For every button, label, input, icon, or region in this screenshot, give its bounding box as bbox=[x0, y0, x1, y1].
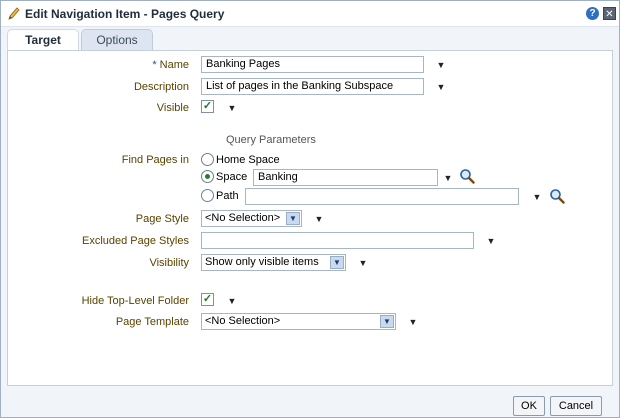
space-field[interactable]: Banking bbox=[253, 169, 438, 186]
visibility-value: Show only visible items bbox=[205, 256, 319, 268]
chevron-down-icon[interactable]: ▼ bbox=[532, 192, 542, 202]
page-style-select[interactable]: <No Selection> ▼ bbox=[201, 210, 302, 227]
edit-navigation-item-dialog: Edit Navigation Item - Pages Query ? ✕ T… bbox=[0, 0, 620, 418]
dialog-titlebar: Edit Navigation Item - Pages Query ? ✕ bbox=[1, 1, 619, 27]
required-mark: * bbox=[152, 59, 157, 71]
chevron-down-icon[interactable]: ▼ bbox=[443, 173, 453, 183]
excluded-page-styles-label: Excluded Page Styles bbox=[81, 235, 189, 247]
chevron-down-icon[interactable]: ▼ bbox=[227, 103, 237, 113]
hide-top-level-folder-label: Hide Top-Level Folder bbox=[81, 295, 189, 307]
home-space-radio[interactable] bbox=[201, 153, 214, 166]
dropdown-arrow-icon[interactable]: ▼ bbox=[286, 212, 300, 225]
space-radio[interactable] bbox=[201, 170, 214, 183]
visibility-label: Visibility bbox=[149, 257, 189, 269]
space-label: Space bbox=[216, 171, 248, 183]
name-label-text: Name bbox=[159, 59, 189, 71]
page-template-label: Page Template bbox=[115, 316, 189, 328]
dropdown-arrow-icon[interactable]: ▼ bbox=[380, 315, 394, 328]
home-space-label: Home Space bbox=[216, 154, 280, 166]
close-icon[interactable]: ✕ bbox=[603, 7, 616, 20]
tab-target[interactable]: Target bbox=[7, 29, 79, 51]
page-style-label: Page Style bbox=[135, 213, 189, 225]
chevron-down-icon[interactable]: ▼ bbox=[436, 60, 446, 70]
page-style-value: <No Selection> bbox=[205, 212, 281, 224]
visible-checkbox[interactable]: ✓ bbox=[201, 100, 214, 113]
path-label: Path bbox=[216, 190, 239, 202]
hide-top-level-folder-checkbox[interactable]: ✓ bbox=[201, 293, 214, 306]
path-field[interactable] bbox=[245, 188, 519, 205]
chevron-down-icon[interactable]: ▼ bbox=[486, 236, 496, 246]
chevron-down-icon[interactable]: ▼ bbox=[436, 82, 446, 92]
dropdown-arrow-icon[interactable]: ▼ bbox=[330, 256, 344, 269]
query-parameters-heading: Query Parameters bbox=[226, 134, 316, 146]
cancel-button[interactable]: Cancel bbox=[550, 396, 602, 416]
description-label: Description bbox=[133, 81, 189, 93]
search-icon[interactable] bbox=[549, 188, 565, 204]
check-icon: ✓ bbox=[202, 100, 213, 112]
chevron-down-icon[interactable]: ▼ bbox=[358, 258, 368, 268]
dialog-title: Edit Navigation Item - Pages Query bbox=[25, 7, 225, 21]
visible-label: Visible bbox=[156, 102, 189, 114]
find-pages-in-label: Find Pages in bbox=[121, 154, 189, 166]
help-icon[interactable]: ? bbox=[586, 7, 599, 20]
description-field[interactable]: List of pages in the Banking Subspace bbox=[201, 78, 424, 95]
name-label: * Name bbox=[9, 59, 189, 71]
excluded-page-styles-field[interactable] bbox=[201, 232, 474, 249]
chevron-down-icon[interactable]: ▼ bbox=[227, 296, 237, 306]
search-icon[interactable] bbox=[459, 168, 475, 184]
page-template-value: <No Selection> bbox=[205, 315, 281, 327]
page-template-select[interactable]: <No Selection> ▼ bbox=[201, 313, 396, 330]
name-field[interactable]: Banking Pages bbox=[201, 56, 424, 73]
ok-button[interactable]: OK bbox=[513, 396, 545, 416]
tab-options[interactable]: Options bbox=[81, 29, 153, 51]
chevron-down-icon[interactable]: ▼ bbox=[314, 214, 324, 224]
visibility-select[interactable]: Show only visible items ▼ bbox=[201, 254, 346, 271]
path-radio[interactable] bbox=[201, 189, 214, 202]
chevron-down-icon[interactable]: ▼ bbox=[408, 317, 418, 327]
pencil-icon bbox=[8, 7, 20, 20]
check-icon: ✓ bbox=[202, 293, 213, 305]
